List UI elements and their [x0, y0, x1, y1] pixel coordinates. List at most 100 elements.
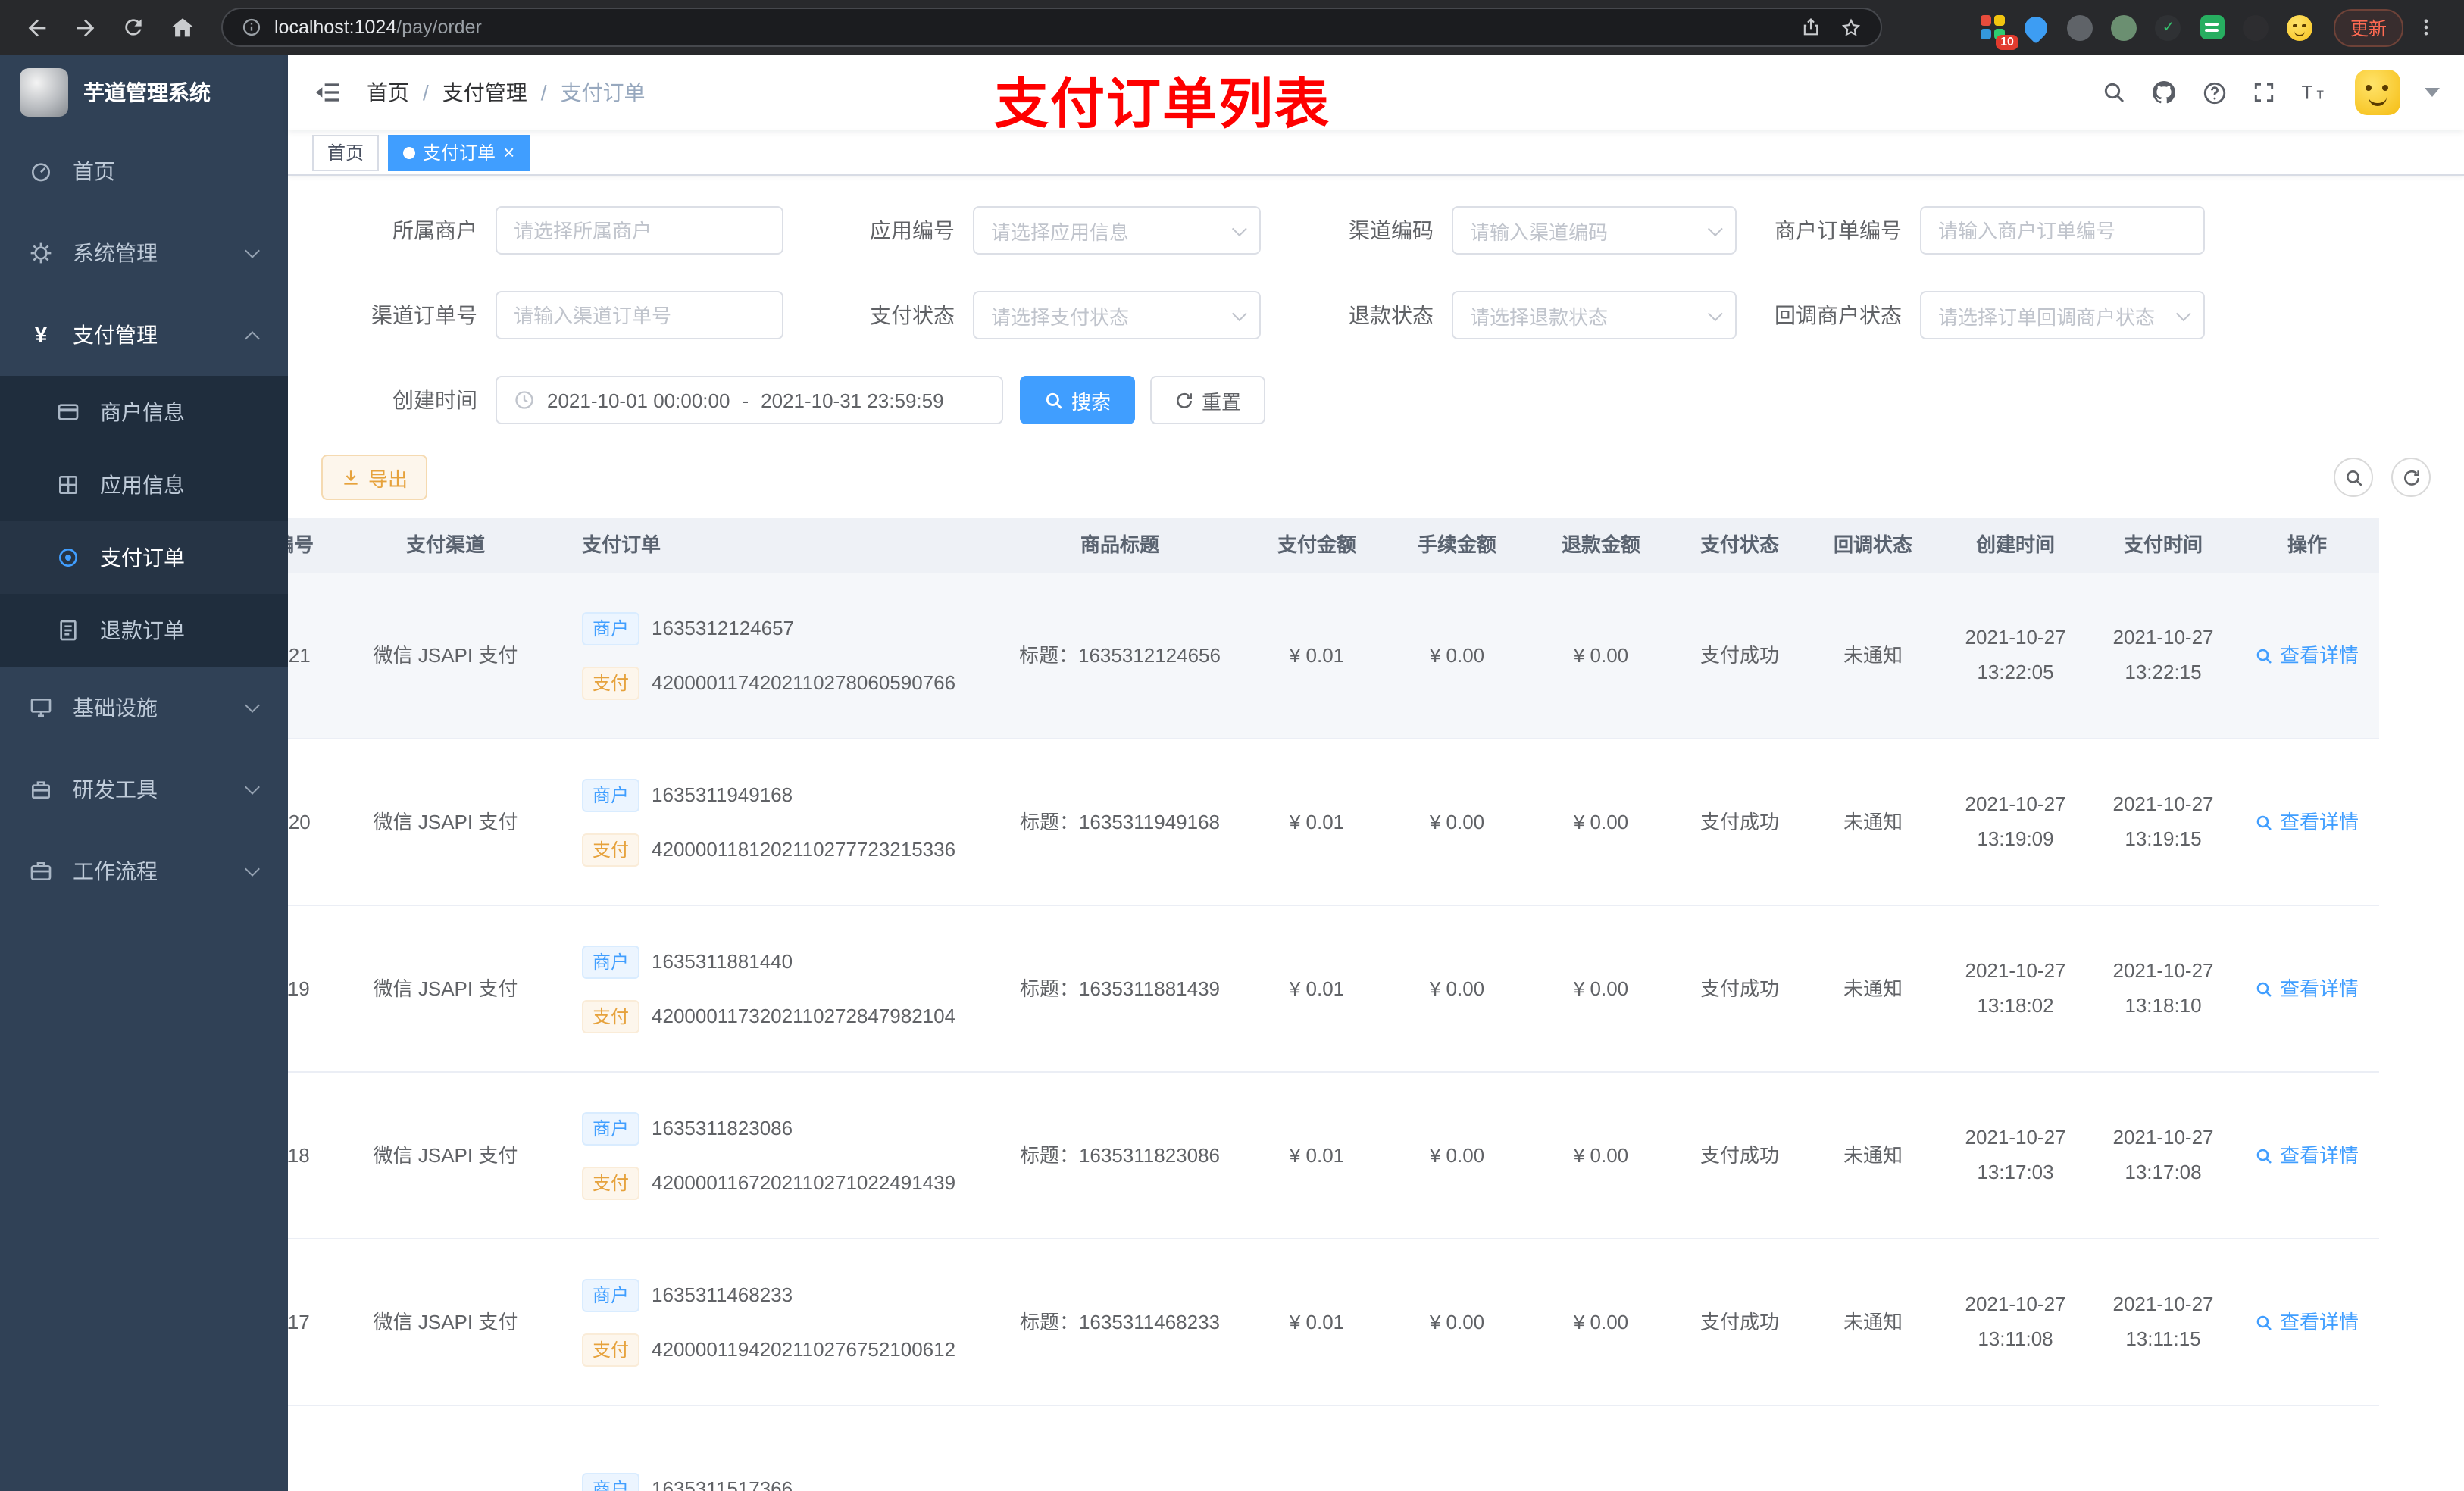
- cell-status: 支付成功: [1699, 1143, 1779, 1167]
- view-detail-link[interactable]: 查看详情: [2256, 974, 2359, 1004]
- cell-pay-time: 2021-10-27 13:11:15: [2112, 1293, 2214, 1349]
- view-detail-link[interactable]: 查看详情: [2256, 641, 2359, 670]
- github-icon[interactable]: [2150, 79, 2178, 106]
- browser-forward-icon[interactable]: [64, 6, 106, 48]
- pay-status-select[interactable]: 请选择支付状态: [973, 291, 1261, 339]
- cell-amount: ¥ 0.01: [1289, 810, 1345, 833]
- address-bar[interactable]: localhost:1024/pay/order: [221, 8, 1882, 47]
- sidebar-item-infra[interactable]: 基础设施: [0, 667, 288, 749]
- cell-status: 支付成功: [1699, 643, 1779, 667]
- cell-order: 商户 1635312124657 支付 4200001174202110278060…: [552, 611, 991, 699]
- cell-fee: ¥ 0.00: [1429, 643, 1485, 667]
- date-end: 2021-10-31 23:59:59: [761, 389, 944, 411]
- cell-notify: 未通知: [1843, 643, 1903, 667]
- extension-check-icon[interactable]: ✓: [2153, 12, 2184, 42]
- toolbox-icon: [27, 777, 55, 802]
- cell-notify: 未通知: [1843, 977, 1903, 1000]
- sidebar-item-pay-order[interactable]: 支付订单: [0, 521, 288, 594]
- search-icon[interactable]: [2102, 80, 2126, 105]
- navbar-actions: TT: [2102, 70, 2440, 115]
- channel-code-select[interactable]: 请输入渠道编码: [1452, 206, 1737, 255]
- chevron-down-icon: [1707, 305, 1723, 321]
- extension-colorful-icon[interactable]: 10: [1978, 12, 2018, 50]
- dashboard-icon: [27, 159, 55, 183]
- fullscreen-icon[interactable]: [2252, 80, 2276, 105]
- sidebar-item-app-info[interactable]: 应用信息: [0, 449, 288, 521]
- col-status: 支付状态: [1699, 533, 1779, 557]
- browser-home-icon[interactable]: [161, 6, 203, 48]
- col-amount: 支付金额: [1277, 533, 1356, 557]
- browser-reload-icon[interactable]: [112, 6, 155, 48]
- caret-down-icon[interactable]: [2425, 88, 2440, 97]
- share-icon[interactable]: [1800, 17, 1821, 38]
- browser-update-button[interactable]: 更新: [2333, 8, 2403, 46]
- user-avatar[interactable]: [2355, 70, 2400, 115]
- extension-green-circle-icon[interactable]: [2109, 12, 2140, 42]
- extension-chat-icon[interactable]: [2197, 12, 2228, 42]
- create-time-range[interactable]: 2021-10-01 00:00:00 - 2021-10-31 23:59:5…: [496, 376, 1003, 424]
- sidebar-toggle-icon[interactable]: [312, 77, 342, 108]
- question-icon[interactable]: [2202, 80, 2228, 105]
- channel-order-no-input[interactable]: [496, 291, 783, 339]
- view-detail-link[interactable]: 查看详情: [2256, 1308, 2359, 1337]
- export-button[interactable]: 导出: [321, 455, 428, 500]
- sidebar-item-dev-tools[interactable]: 研发工具: [0, 749, 288, 830]
- font-size-icon[interactable]: TT: [2300, 80, 2331, 105]
- sidebar: 芋道管理系统 首页 系统管理 ¥ 支付管理 商户信息 应用信息 支付订单 退款订…: [0, 55, 288, 1491]
- view-detail-link[interactable]: 查看详情: [2256, 1141, 2359, 1171]
- cell-title: 标题：1635311949168: [1019, 810, 1221, 833]
- merchant-badge: 商户: [582, 945, 640, 978]
- breadcrumb-home[interactable]: 首页: [367, 77, 409, 108]
- extension-puzzle-icon[interactable]: [2241, 12, 2272, 42]
- cell-status: 支付成功: [1699, 977, 1779, 1000]
- cell-id: 121: [288, 643, 311, 667]
- extension-dark-circle-icon[interactable]: [2065, 12, 2096, 42]
- reset-button[interactable]: 重置: [1150, 376, 1266, 424]
- table-search-button[interactable]: [2334, 458, 2373, 497]
- cell-title: 标题：1635311881439: [1019, 977, 1221, 1000]
- search-button[interactable]: 搜索: [1020, 376, 1136, 424]
- sidebar-item-merchant-info[interactable]: 商户信息: [0, 376, 288, 449]
- browser-back-icon[interactable]: [15, 6, 58, 48]
- pay-badge: 支付: [582, 1166, 640, 1199]
- sidebar-item-system[interactable]: 系统管理: [0, 212, 288, 294]
- cell-pay-time: 2021-10-27 13:17:08: [2112, 1126, 2214, 1183]
- owner-merchant-input[interactable]: [496, 206, 783, 255]
- sidebar-item-workflow[interactable]: 工作流程: [0, 830, 288, 912]
- profile-avatar-icon[interactable]: [2285, 12, 2315, 42]
- bookmark-star-icon[interactable]: [1840, 16, 1862, 39]
- notify-status-select[interactable]: 请选择订单回调商户状态: [1920, 291, 2205, 339]
- table-refresh-button[interactable]: [2391, 458, 2431, 497]
- cell-id: 119: [288, 977, 310, 1000]
- cell-pay-time: 2021-10-27 13:18:10: [2112, 959, 2214, 1016]
- cell-amount: ¥ 0.01: [1289, 643, 1345, 667]
- chevron-down-icon: [1707, 220, 1723, 236]
- tab-pay-order[interactable]: 支付订单 ×: [388, 134, 530, 170]
- close-tab-icon[interactable]: ×: [503, 142, 514, 162]
- pay-status-label: 支付状态: [870, 303, 955, 327]
- pay-submenu: 商户信息 应用信息 支付订单 退款订单: [0, 376, 288, 667]
- browser-menu-icon[interactable]: [2416, 15, 2437, 39]
- browser-chrome: localhost:1024/pay/order 10 ✓ 更新: [0, 0, 2464, 55]
- refund-status-select[interactable]: 请选择退款状态: [1452, 291, 1737, 339]
- document-icon: [55, 618, 82, 642]
- tab-home[interactable]: 首页: [312, 134, 380, 170]
- cell-refund: ¥ 0.00: [1573, 1143, 1629, 1167]
- cell-refund: ¥ 0.00: [1573, 977, 1629, 1000]
- merchant-order-no-input[interactable]: [1920, 206, 2205, 255]
- svg-text:T: T: [2302, 83, 2313, 103]
- col-id: 编号: [288, 533, 314, 557]
- app-id-select[interactable]: 请选择应用信息: [973, 206, 1261, 255]
- navbar: 首页 / 支付管理 / 支付订单 支付订单列表 T T: [288, 55, 2464, 135]
- briefcase-icon: [27, 859, 55, 883]
- breadcrumb-section[interactable]: 支付管理: [442, 77, 527, 108]
- col-title: 商品标题: [1080, 533, 1159, 557]
- extension-drop-icon[interactable]: [2020, 11, 2053, 44]
- sidebar-item-refund-order[interactable]: 退款订单: [0, 594, 288, 667]
- table-row: 120 微信 JSAPI 支付 商户1635311949168 支付420000…: [288, 739, 2379, 906]
- view-detail-link[interactable]: 查看详情: [2256, 808, 2359, 837]
- site-info-icon[interactable]: [241, 17, 262, 38]
- sidebar-item-home[interactable]: 首页: [0, 130, 288, 212]
- cell-amount: ¥ 0.01: [1289, 1310, 1345, 1333]
- sidebar-item-pay[interactable]: ¥ 支付管理: [0, 294, 288, 376]
